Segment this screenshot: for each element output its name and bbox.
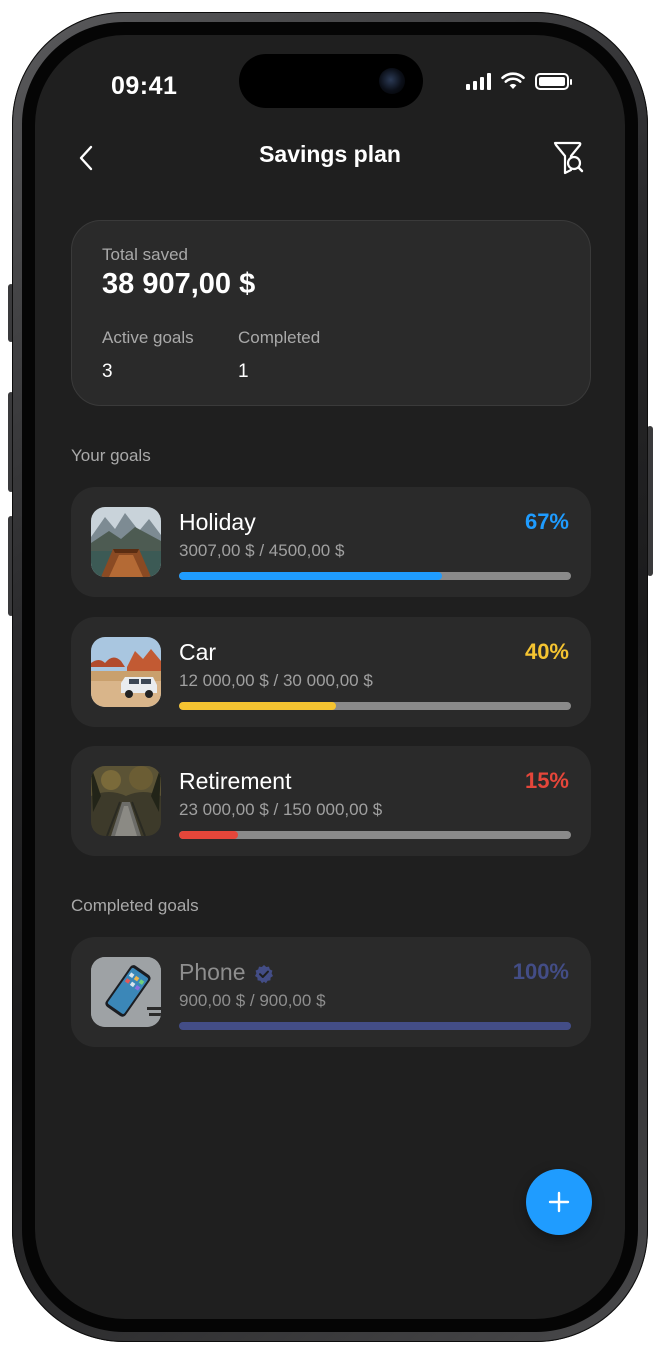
cellular-signal-icon [466,72,491,90]
goal-progress-fill [179,1022,571,1030]
add-goal-button[interactable] [526,1169,592,1235]
goal-card-retirement[interactable]: Retirement 15% 23 000,00 $ / 150 000,00 … [71,746,591,856]
camera-lens [379,68,405,94]
goal-name-text: Phone [179,959,246,985]
goal-percent: 100% [512,959,569,984]
goal-progress-fill [179,702,336,710]
goal-name: Retirement [179,768,292,794]
your-goals-heading: Your goals [71,446,151,465]
holiday-image [91,507,161,577]
dynamic-island [239,54,423,108]
status-icons [466,72,572,90]
goal-name: Holiday [179,509,256,535]
goal-card-holiday[interactable]: Holiday 67% 3007,00 $ / 4500,00 $ [71,487,591,597]
goal-progress-bar [179,702,571,710]
verified-check-icon [254,964,273,984]
completed-label: Completed [238,328,321,347]
goal-amount: 23 000,00 $ / 150 000,00 $ [179,800,383,819]
status-time: 09:41 [111,72,178,100]
goal-amount: 3007,00 $ / 4500,00 $ [179,541,345,560]
goal-name: Car [179,639,217,665]
goal-percent: 40% [524,639,569,664]
phone-image [91,957,161,1027]
plus-icon [548,1191,570,1213]
goal-progress-bar [179,1022,571,1030]
retirement-image [91,766,161,836]
goal-card-car[interactable]: Car 40% 12 000,00 $ / 30 000,00 $ [71,617,591,727]
filter-search-icon [553,141,584,175]
savings-summary-card: Total saved 38 907,00 $ Active goals 3 C… [71,220,591,406]
goal-progress-bar [179,572,571,580]
goal-percent: 67% [524,509,569,534]
battery-icon [535,72,572,90]
completed-goals-heading: Completed goals [71,896,199,915]
goal-amount: 12 000,00 $ / 30 000,00 $ [179,671,373,690]
goal-name: Phone [179,959,274,986]
total-saved-amount: 38 907,00 $ [102,268,256,300]
page-title: Savings plan [259,141,401,167]
car-image [91,637,161,707]
app-screen: 09:41 Savings plan Total saved 38 907,00… [35,35,625,1319]
filter-search-button[interactable] [551,139,585,177]
goal-amount: 900,00 $ / 900,00 $ [179,991,326,1010]
goal-progress-fill [179,831,238,839]
goal-percent: 15% [524,768,569,793]
completed-value: 1 [238,361,249,382]
wifi-icon [501,72,525,89]
total-saved-label: Total saved [102,245,188,264]
goal-progress-bar [179,831,571,839]
goal-card-phone[interactable]: Phone 100% 900,00 $ / 900,00 $ [71,937,591,1047]
active-goals-label: Active goals [102,328,194,347]
goal-progress-fill [179,572,442,580]
active-goals-value: 3 [102,361,113,382]
